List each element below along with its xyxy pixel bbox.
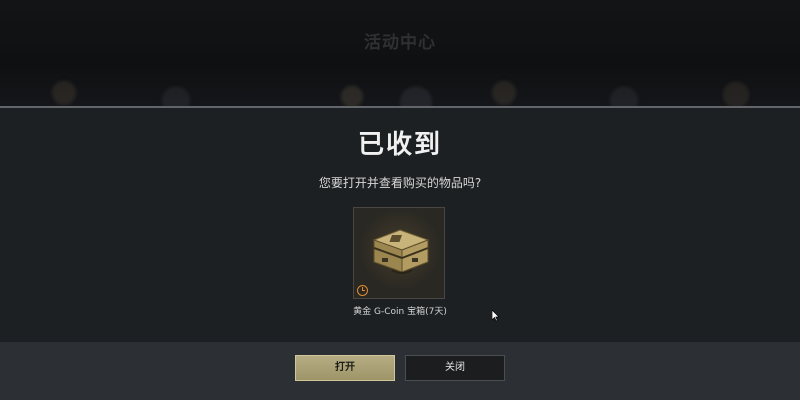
close-button[interactable]: 关闭 <box>405 355 505 381</box>
received-dialog: 已收到 您要打开并查看购买的物品吗? 黄金 G-Coin 宝箱(7天) <box>0 106 800 342</box>
dialog-prompt: 您要打开并查看购买的物品吗? <box>318 176 482 190</box>
background-lights <box>0 70 800 108</box>
open-button[interactable]: 打开 <box>295 355 395 381</box>
golden-crate-icon <box>372 229 430 274</box>
dialog-title: 已收到 <box>357 130 442 160</box>
dialog-footer: 打开 关闭 <box>0 342 800 400</box>
mouse-cursor-icon <box>492 310 500 322</box>
background-screen: 活动中心 <box>0 0 800 108</box>
item-name: 黄金 G-Coin 宝箱(7天) <box>353 307 447 317</box>
item-card[interactable] <box>353 207 445 299</box>
clock-icon <box>357 285 368 296</box>
background-title: 活动中心 <box>364 33 436 53</box>
